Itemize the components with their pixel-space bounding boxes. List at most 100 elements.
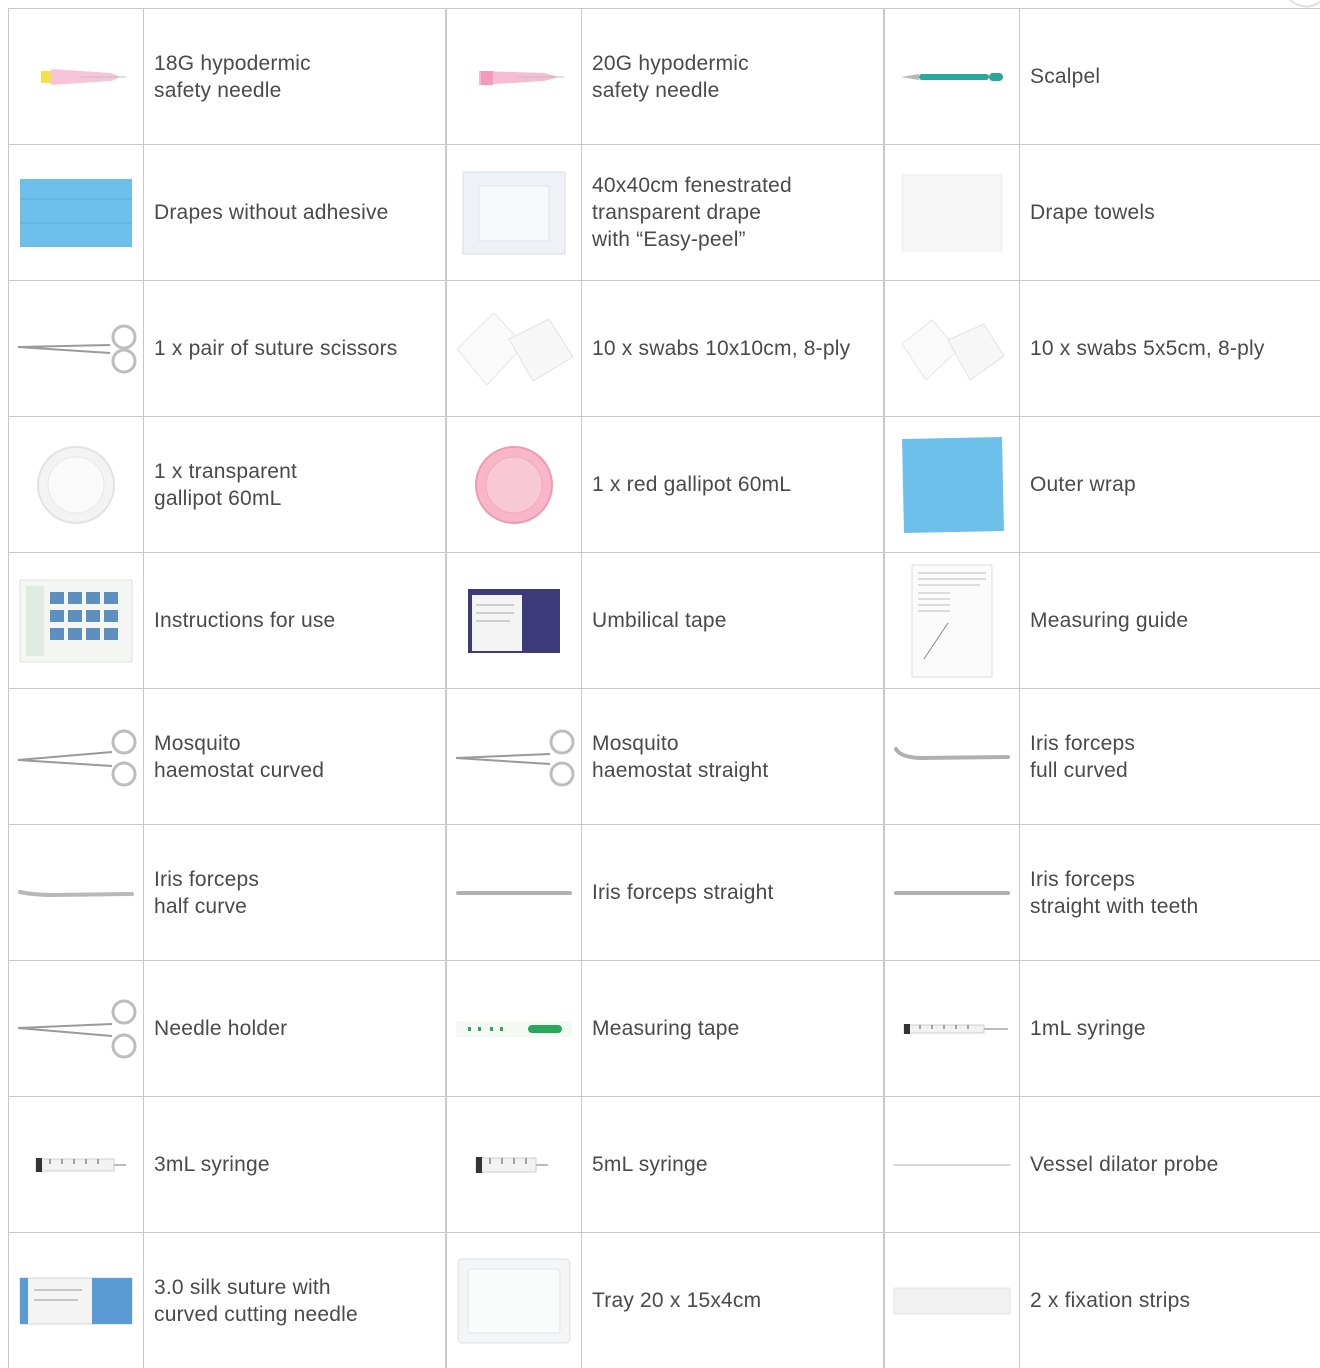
list-item: Drape towels [884,145,1320,280]
item-label: Vessel dilator probe [1030,1153,1219,1176]
silk-suture-pack-icon [8,1233,144,1368]
corner-decoration [1290,0,1320,8]
forceps-teeth-icon [884,825,1020,960]
list-item: Mosquito haemostat straight [446,689,884,824]
kit-contents-grid: 18G hypodermic safety needle 20G hypoder… [8,8,1320,1368]
swabs-large-icon [446,281,582,416]
needle-holder-icon [8,961,144,1096]
list-item: Iris forceps straight [446,825,884,960]
transparent-drape-icon [446,145,582,280]
list-item: Vessel dilator probe [884,1097,1320,1232]
list-item: Measuring guide [884,553,1320,688]
drape-towel-icon [884,145,1020,280]
haemostat-curved-icon [8,689,144,824]
table-row: 18G hypodermic safety needle 20G hypoder… [8,8,1320,144]
dilator-probe-icon [884,1097,1020,1232]
list-item: Iris forceps full curved [884,689,1320,824]
item-label: Scalpel [1030,65,1101,88]
item-label: Measuring guide [1030,609,1189,632]
forceps-half-curve-icon [8,825,144,960]
needle-yellow-icon [8,9,144,144]
list-item: 10 x swabs 10x10cm, 8-ply [446,281,884,416]
swabs-small-icon [884,281,1020,416]
table-row: Iris forceps half curve Iris forceps str… [8,824,1320,960]
instructions-leaflet-icon [8,553,144,688]
list-item: Tray 20 x 15x4cm [446,1233,884,1368]
list-item: 3.0 silk suture with curved cutting need… [8,1233,446,1368]
list-item: Scalpel [884,9,1320,144]
item-label: 2 x fixation strips [1030,1289,1191,1312]
list-item: 10 x swabs 5x5cm, 8-ply [884,281,1320,416]
item-label: 20G hypodermic safety needle [592,51,749,102]
forceps-full-curved-icon [884,689,1020,824]
list-item: 1 x transparent gallipot 60mL [8,417,446,552]
item-label: Outer wrap [1030,473,1136,496]
item-label: Iris forceps straight [592,881,774,904]
table-row: Mosquito haemostat curved Mosquito haemo… [8,688,1320,824]
item-label: 40x40cm fenestrated transparent drape wi… [592,174,792,251]
item-label: 1 x pair of suture scissors [154,337,398,360]
item-label: 1 x red gallipot 60mL [592,473,792,496]
haemostat-straight-icon [446,689,582,824]
item-label: 10 x swabs 5x5cm, 8-ply [1030,337,1265,360]
item-label: Iris forceps full curved [1030,731,1136,782]
list-item: Outer wrap [884,417,1320,552]
list-item: 2 x fixation strips [884,1233,1320,1368]
list-item: Iris forceps straight with teeth [884,825,1320,960]
transparent-gallipot-icon [8,417,144,552]
syringe-3ml-icon [8,1097,144,1232]
table-row: 1 x transparent gallipot 60mL 1 x red ga… [8,416,1320,552]
list-item: 5mL syringe [446,1097,884,1232]
measuring-guide-icon [884,553,1020,688]
syringe-5ml-icon [446,1097,582,1232]
fixation-strips-icon [884,1233,1020,1368]
table-row: 3mL syringe 5mL syringe Vessel dilator p… [8,1096,1320,1232]
item-label: 5mL syringe [592,1153,708,1176]
item-label: Mosquito haemostat curved [154,731,325,782]
outer-wrap-icon [884,417,1020,552]
scissors-icon [8,281,144,416]
needle-pink-icon [446,9,582,144]
list-item: Mosquito haemostat curved [8,689,446,824]
item-label: Drape towels [1030,201,1155,224]
syringe-1ml-icon [884,961,1020,1096]
item-label: Iris forceps half curve [154,867,260,918]
item-label: Iris forceps straight with teeth [1030,867,1199,918]
list-item: 1 x red gallipot 60mL [446,417,884,552]
item-label: Mosquito haemostat straight [592,731,769,782]
list-item: Needle holder [8,961,446,1096]
item-label: Measuring tape [592,1017,740,1040]
item-label: Tray 20 x 15x4cm [592,1289,762,1312]
list-item: 1 x pair of suture scissors [8,281,446,416]
list-item: 40x40cm fenestrated transparent drape wi… [446,145,884,280]
umbilical-tape-icon [446,553,582,688]
list-item: Drapes without adhesive [8,145,446,280]
scalpel-icon [884,9,1020,144]
item-label: Drapes without adhesive [154,201,389,224]
table-row: 1 x pair of suture scissors 10 x swabs 1… [8,280,1320,416]
item-label: 3mL syringe [154,1153,270,1176]
item-label: 3.0 silk suture with curved cutting need… [154,1275,358,1326]
list-item: 1mL syringe [884,961,1320,1096]
list-item: Instructions for use [8,553,446,688]
item-label: Instructions for use [154,609,336,632]
red-gallipot-icon [446,417,582,552]
forceps-straight-icon [446,825,582,960]
table-row: 3.0 silk suture with curved cutting need… [8,1232,1320,1368]
item-label: 1mL syringe [1030,1017,1146,1040]
table-row: Drapes without adhesive 40x40cm fenestra… [8,144,1320,280]
list-item: 20G hypodermic safety needle [446,9,884,144]
list-item: 18G hypodermic safety needle [8,9,446,144]
item-label: Needle holder [154,1017,288,1040]
table-row: Needle holder Measuring tape 1mL syringe [8,960,1320,1096]
tray-icon [446,1233,582,1368]
blue-drape-icon [8,145,144,280]
item-label: 10 x swabs 10x10cm, 8-ply [592,337,851,360]
item-label: 18G hypodermic safety needle [154,51,311,102]
item-label: Umbilical tape [592,609,727,632]
table-row: Instructions for use Umbilical tape Meas… [8,552,1320,688]
list-item: Umbilical tape [446,553,884,688]
list-item: Measuring tape [446,961,884,1096]
measuring-tape-icon [446,961,582,1096]
list-item: Iris forceps half curve [8,825,446,960]
